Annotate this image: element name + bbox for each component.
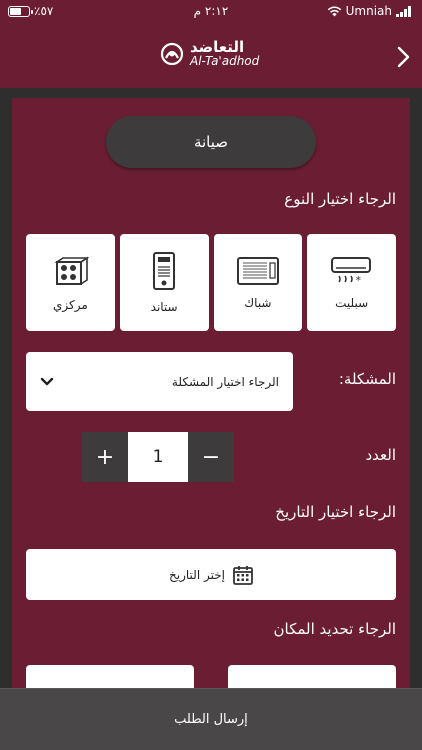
central-ac-icon xyxy=(51,254,90,288)
status-right: Umniah xyxy=(327,4,412,18)
type-card-central[interactable]: مركزي xyxy=(26,234,115,331)
type-card-window[interactable]: شباك xyxy=(213,234,303,331)
wifi-icon xyxy=(327,5,341,16)
carrier-name: Umniah xyxy=(345,4,392,18)
service-button[interactable]: صيانة xyxy=(106,116,316,168)
type-prompt: الرجاء اختيار النوع xyxy=(284,190,396,208)
submit-button[interactable]: إرسال الطلب xyxy=(0,688,422,750)
logo-arabic: التعاضد xyxy=(190,38,245,56)
header-divider xyxy=(0,88,422,98)
decrement-button[interactable]: − xyxy=(188,432,234,482)
quantity-stepper: + 1 − xyxy=(82,432,234,482)
problem-dropdown-value: الرجاء اختيار المشكلة xyxy=(171,374,279,389)
app-header: التعاضد Al-Ta'adhod xyxy=(0,24,422,88)
logo-text: التعاضد Al-Ta'adhod xyxy=(190,38,260,68)
type-label-split: سبليت xyxy=(335,295,369,310)
chevron-right-icon[interactable] xyxy=(392,44,414,70)
right-border xyxy=(410,98,422,688)
type-label-central: مركزي xyxy=(52,297,88,312)
increment-button[interactable]: + xyxy=(82,432,128,482)
count-label: العدد xyxy=(365,446,396,464)
date-picker-label: إختر التاريخ xyxy=(169,567,225,582)
order-form: صيانة الرجاء اختيار النوع * سبليت شباك س… xyxy=(12,98,410,688)
svg-text:*: * xyxy=(355,274,361,286)
stand-ac-icon xyxy=(151,251,177,290)
type-grid: * سبليت شباك ستاند مركزي xyxy=(26,234,396,331)
left-border xyxy=(0,98,12,688)
split-ac-icon: * xyxy=(330,256,373,286)
location-prompt: الرجاء تحديد المكان xyxy=(273,620,396,638)
type-label-window: شباك xyxy=(244,295,272,310)
type-label-stand: ستاند xyxy=(150,299,178,314)
window-ac-icon xyxy=(236,256,279,286)
logo-mark-icon xyxy=(160,42,184,65)
problem-label: المشكلة: xyxy=(338,370,396,388)
location-option-right[interactable] xyxy=(228,665,396,688)
app-logo: التعاضد Al-Ta'adhod xyxy=(160,40,259,67)
date-prompt: الرجاء اختيار التاريخ xyxy=(275,503,396,521)
calendar-icon xyxy=(233,565,253,585)
date-picker-button[interactable]: إختر التاريخ xyxy=(26,549,396,600)
chevron-down-icon xyxy=(40,377,54,385)
type-card-stand[interactable]: ستاند xyxy=(119,234,209,331)
problem-dropdown[interactable]: الرجاء اختيار المشكلة xyxy=(26,352,293,411)
logo-english: Al-Ta'adhod xyxy=(190,54,260,68)
signal-icon xyxy=(396,5,411,17)
status-bar: ٪٥٧ ٢:١٢ م Umniah xyxy=(0,0,422,24)
location-option-left[interactable] xyxy=(26,665,194,688)
quantity-value[interactable]: 1 xyxy=(128,432,188,482)
type-card-split[interactable]: * سبليت xyxy=(307,234,396,331)
